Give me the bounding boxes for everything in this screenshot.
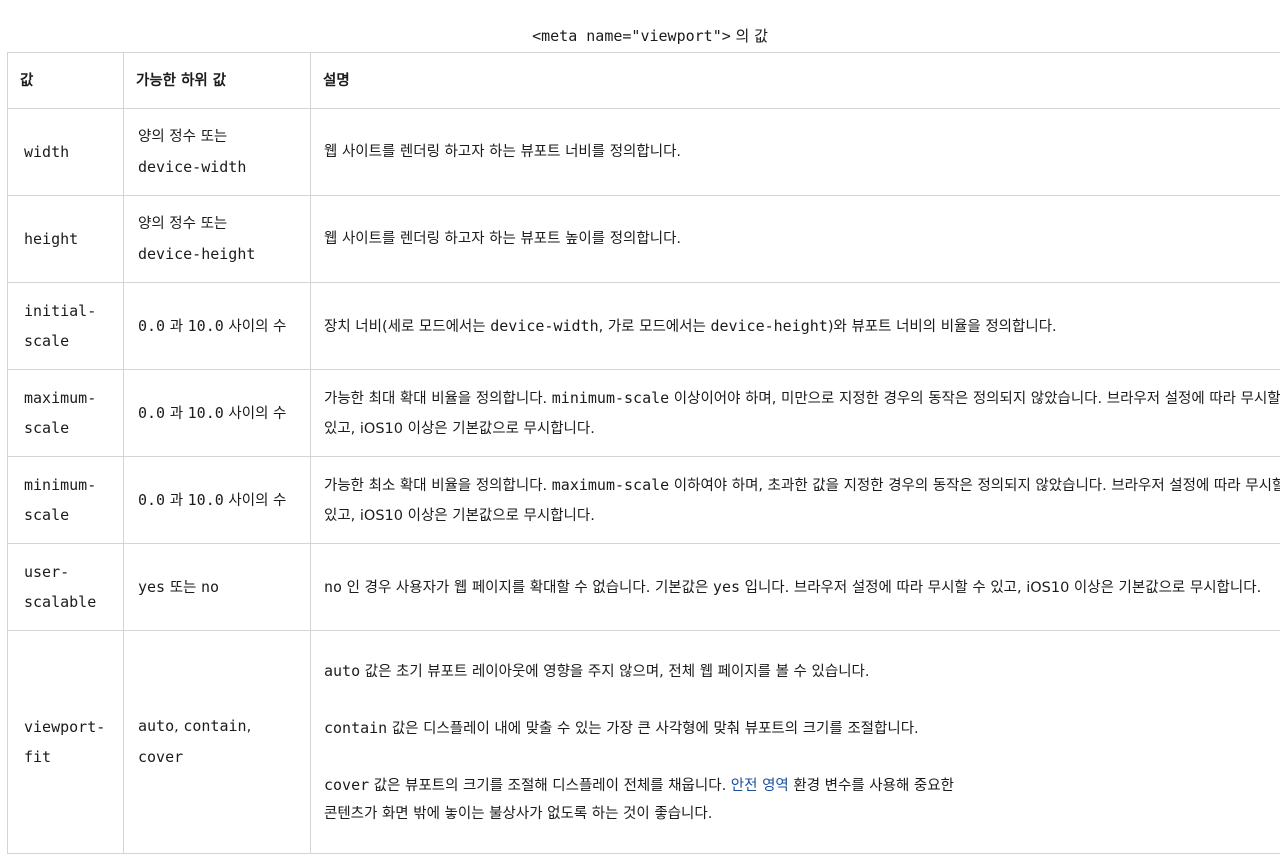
desc-block: auto 값은 초기 뷰포트 레이아웃에 영향을 주지 않으며, 전체 웹 페이… (324, 657, 1280, 828)
values-code: 0.0 (138, 490, 166, 509)
row-values: 0.0 과 10.0 사이의 수 (123, 282, 311, 370)
values-code: 10.0 (187, 316, 224, 335)
table-row: user-scalable yes 또는 no no 인 경우 사용자가 웹 페… (7, 543, 1280, 631)
row-values: auto, contain, cover (123, 630, 311, 854)
values-text: 사이의 수 (223, 318, 287, 335)
desc-text: 장치 너비(세로 모드에서는 (324, 318, 491, 335)
desc-code: contain (324, 718, 388, 737)
row-name: viewport-fit (7, 630, 124, 854)
values-text: 또는 (165, 579, 201, 596)
values-code: 10.0 (187, 490, 224, 509)
row-name: minimum-scale (7, 456, 124, 544)
row-description: no 인 경우 사용자가 웹 페이지를 확대할 수 없습니다. 기본값은 yes… (310, 543, 1280, 631)
values-text: 사이의 수 (223, 492, 287, 509)
desc-code: maximum-scale (551, 475, 670, 494)
row-name: height (7, 195, 124, 283)
desc-text: 입니다. 브라우저 설정에 따라 무시할 수 있고, iOS10 이상은 기본값… (740, 579, 1262, 596)
table-row: viewport-fit auto, contain, cover auto 값… (7, 630, 1280, 854)
desc-text: )와 뷰포트 너비의 비율을 정의합니다. (827, 318, 1057, 335)
desc-text: 콘텐츠가 화면 밖에 놓이는 불상사가 없도록 하는 것이 좋습니다. (324, 805, 713, 822)
values-text: 양의 정수 또는 (138, 215, 228, 232)
values-code: no (201, 577, 220, 596)
row-description: 가능한 최대 확대 비율을 정의합니다. minimum-scale 이상이어야… (310, 369, 1280, 457)
caption-text: 의 값 (735, 27, 768, 45)
safe-area-link[interactable]: 안전 영역 (731, 778, 789, 794)
desc-code: minimum-scale (551, 388, 670, 407)
viewport-values-table: 값 가능한 하위 값 설명 width 양의 정수 또는 device-widt… (7, 52, 1280, 854)
table-header-row: 값 가능한 하위 값 설명 (7, 52, 1280, 109)
desc-text: 값은 디스플레이 내에 맞출 수 있는 가장 큰 사각형에 맞춰 뷰포트의 크기… (387, 720, 919, 737)
values-code: 0.0 (138, 403, 166, 422)
desc-code: device-width (490, 316, 599, 335)
row-values: 0.0 과 10.0 사이의 수 (123, 369, 311, 457)
desc-code: cover (324, 775, 370, 794)
row-name: initial-scale (7, 282, 124, 370)
values-code: device-height (138, 244, 256, 263)
row-values: yes 또는 no (123, 543, 311, 631)
table-row: minimum-scale 0.0 과 10.0 사이의 수 가능한 최소 확대… (7, 456, 1280, 544)
desc-code: no (324, 577, 343, 596)
desc-text: 환경 변수를 사용해 중요한 (788, 777, 954, 794)
row-description: auto 값은 초기 뷰포트 레이아웃에 영향을 주지 않으며, 전체 웹 페이… (310, 630, 1280, 854)
desc-paragraph-auto: auto 값은 초기 뷰포트 레이아웃에 영향을 주지 않으며, 전체 웹 페이… (324, 657, 1280, 686)
header-possible-subvalues: 가능한 하위 값 (123, 52, 311, 109)
values-text: 과 (165, 318, 188, 335)
values-text: 과 (165, 492, 188, 509)
table-row: maximum-scale 0.0 과 10.0 사이의 수 가능한 최대 확대… (7, 369, 1280, 457)
values-text: , (174, 719, 184, 735)
desc-text: , 가로 모드에서는 (598, 318, 711, 335)
values-code: 0.0 (138, 316, 166, 335)
desc-code: auto (324, 661, 361, 680)
table-caption: <meta name="viewport"> 의 값 (0, 26, 1280, 46)
desc-paragraph-contain: contain 값은 디스플레이 내에 맞출 수 있는 가장 큰 사각형에 맞춰… (324, 714, 1280, 743)
values-code: yes (138, 577, 166, 596)
row-description: 장치 너비(세로 모드에서는 device-width, 가로 모드에서는 de… (310, 282, 1280, 370)
values-code: device-width (138, 157, 247, 176)
table-row: initial-scale 0.0 과 10.0 사이의 수 장치 너비(세로 … (7, 282, 1280, 370)
desc-text: 값은 뷰포트의 크기를 조절해 디스플레이 전체를 채웁니다. (369, 777, 731, 794)
row-values: 양의 정수 또는 device-height (123, 195, 311, 283)
row-name: user-scalable (7, 543, 124, 631)
values-code: auto (138, 717, 175, 735)
row-description: 가능한 최소 확대 비율을 정의합니다. maximum-scale 이하여야 … (310, 456, 1280, 544)
desc-text: 인 경우 사용자가 웹 페이지를 확대할 수 없습니다. 기본값은 (342, 579, 713, 596)
desc-text: 값은 초기 뷰포트 레이아웃에 영향을 주지 않으며, 전체 웹 페이지를 볼 … (360, 663, 870, 680)
desc-paragraph-cover: cover 값은 뷰포트의 크기를 조절해 디스플레이 전체를 채웁니다. 안전… (324, 771, 1280, 828)
row-description: 웹 사이트를 렌더링 하고자 하는 뷰포트 너비를 정의합니다. (310, 108, 1280, 196)
row-name: width (7, 108, 124, 196)
values-text: 과 (165, 405, 188, 422)
header-value: 값 (7, 52, 124, 109)
desc-code: device-height (710, 316, 828, 335)
row-name: maximum-scale (7, 369, 124, 457)
values-code: 10.0 (187, 403, 224, 422)
caption-code: <meta name="viewport"> (532, 27, 731, 45)
page: <meta name="viewport"> 의 값 값 가능한 하위 값 설명… (0, 0, 1280, 858)
desc-text: 가능한 최대 확대 비율을 정의합니다. (324, 390, 552, 407)
values-text: 양의 정수 또는 (138, 128, 228, 145)
row-values: 양의 정수 또는 device-width (123, 108, 311, 196)
table-row: height 양의 정수 또는 device-height 웹 사이트를 렌더링… (7, 195, 1280, 283)
table-row: width 양의 정수 또는 device-width 웹 사이트를 렌더링 하… (7, 108, 1280, 196)
row-description: 웹 사이트를 렌더링 하고자 하는 뷰포트 높이를 정의합니다. (310, 195, 1280, 283)
row-values: 0.0 과 10.0 사이의 수 (123, 456, 311, 544)
values-text: , (246, 719, 252, 735)
values-code: contain (183, 717, 247, 735)
values-code: cover (138, 748, 184, 766)
desc-code: yes (712, 577, 741, 596)
header-description: 설명 (310, 52, 1280, 109)
values-text: 사이의 수 (223, 405, 287, 422)
desc-text: 가능한 최소 확대 비율을 정의합니다. (324, 477, 552, 494)
